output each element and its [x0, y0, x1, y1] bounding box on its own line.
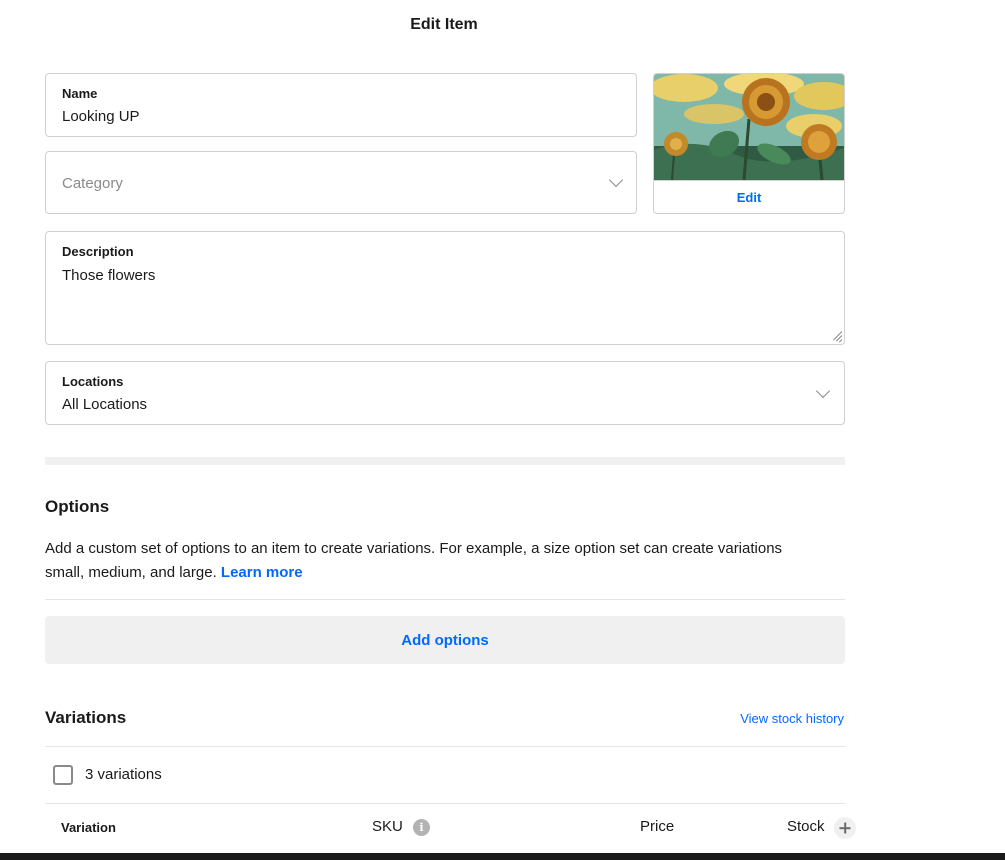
plus-icon[interactable] [834, 817, 856, 839]
name-label: Name [62, 86, 98, 101]
variations-count: 3 variations [85, 766, 162, 783]
name-value[interactable]: Looking UP [62, 108, 140, 125]
view-stock-history-link[interactable]: View stock history [740, 711, 844, 726]
divider [45, 803, 845, 804]
section-divider [45, 457, 845, 465]
options-description-text: Add a custom set of options to an item t… [45, 540, 783, 581]
divider [45, 599, 845, 600]
description-value[interactable]: Those flowers [62, 267, 155, 284]
select-all-variations-checkbox[interactable] [53, 765, 73, 785]
locations-label: Locations [62, 374, 124, 389]
locations-select[interactable]: Locations All Locations [45, 361, 845, 425]
column-header-variation: Variation [61, 820, 116, 835]
page-title: Edit Item [410, 16, 478, 33]
chevron-down-icon [815, 383, 831, 399]
resize-handle-icon[interactable] [830, 330, 843, 343]
options-description: Add a custom set of options to an item t… [45, 537, 825, 585]
description-label: Description [62, 244, 134, 259]
item-image [654, 74, 844, 180]
bottom-strip [0, 853, 1005, 860]
category-placeholder: Category [62, 175, 123, 192]
column-header-sku: SKU [372, 818, 403, 835]
locations-value: All Locations [62, 396, 148, 413]
variations-title: Variations [45, 708, 127, 727]
info-icon[interactable]: i [413, 819, 430, 836]
add-options-button[interactable]: Add options [45, 616, 845, 664]
column-header-price: Price [640, 818, 675, 835]
learn-more-link[interactable]: Learn more [221, 564, 303, 581]
chevron-down-icon [608, 172, 624, 188]
description-field[interactable]: Description Those flowers [45, 231, 845, 345]
category-select[interactable]: Category [45, 151, 637, 214]
column-header-stock: Stock [787, 818, 825, 835]
options-title: Options [45, 497, 110, 516]
image-edit-button[interactable]: Edit [654, 180, 844, 213]
divider [45, 746, 845, 747]
name-field[interactable]: Name Looking UP [45, 73, 637, 137]
item-image-card[interactable]: Edit [653, 73, 845, 214]
